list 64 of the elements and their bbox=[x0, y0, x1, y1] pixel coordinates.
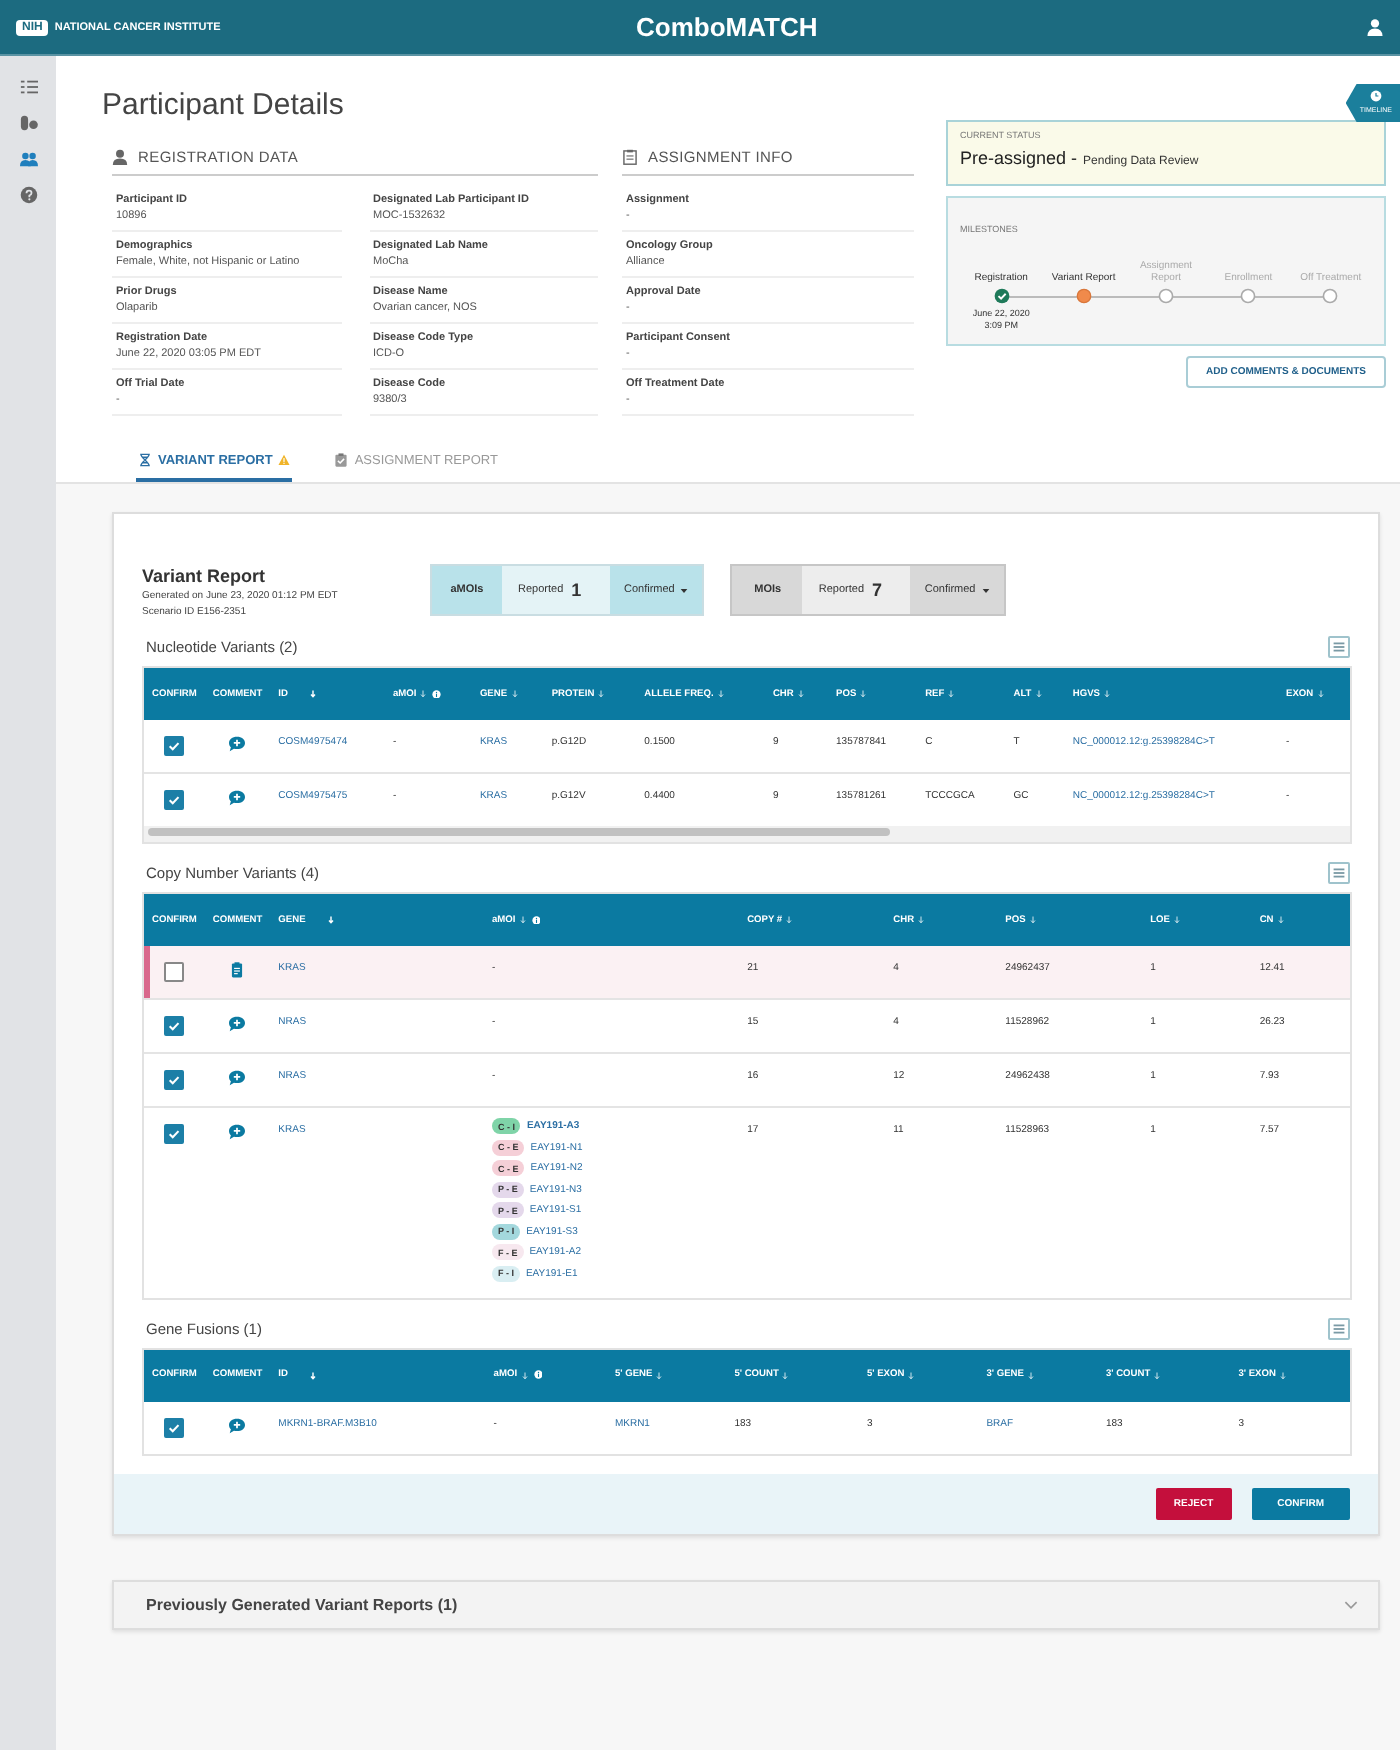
columns-menu-button[interactable] bbox=[1328, 862, 1350, 884]
confirm-checkbox[interactable] bbox=[164, 790, 185, 810]
sort-arrow-icon[interactable] bbox=[1317, 690, 1324, 698]
sort-arrow-icon[interactable] bbox=[521, 1371, 528, 1379]
add-comment-icon[interactable] bbox=[228, 790, 247, 806]
add-comment-icon[interactable] bbox=[228, 1417, 247, 1433]
sort-arrow-icon[interactable] bbox=[1154, 1371, 1161, 1379]
sort-arrow-icon[interactable] bbox=[782, 1371, 789, 1379]
sort-arrow-icon[interactable] bbox=[1029, 916, 1036, 924]
sort-arrow-icon[interactable] bbox=[1277, 916, 1284, 924]
sort-arrow-icon[interactable] bbox=[598, 690, 605, 698]
person-icon bbox=[112, 148, 128, 166]
caret-icon bbox=[680, 587, 689, 593]
sort-arrow-icon[interactable] bbox=[1173, 916, 1180, 924]
app-title: ComboMATCH bbox=[636, 12, 820, 42]
clipboard-note-icon[interactable] bbox=[228, 962, 247, 978]
sort-arrow-icon[interactable] bbox=[918, 916, 925, 924]
user-icon[interactable] bbox=[1366, 18, 1384, 36]
clipboard-check-icon bbox=[334, 452, 349, 468]
previous-reports-panel[interactable]: Previously Generated Variant Reports (1) bbox=[112, 1579, 1380, 1629]
info-icon[interactable] bbox=[533, 1370, 543, 1380]
sort-arrow-icon[interactable] bbox=[786, 916, 793, 924]
sort-arrow-icon[interactable] bbox=[420, 690, 427, 698]
confirm-checkbox[interactable] bbox=[164, 962, 185, 982]
columns-menu-button[interactable] bbox=[1328, 1317, 1350, 1339]
add-comment-icon[interactable] bbox=[228, 1124, 247, 1140]
caret-icon bbox=[981, 587, 990, 593]
sort-arrow-icon[interactable] bbox=[1035, 690, 1042, 698]
status-text: Pre-assigned - bbox=[960, 148, 1078, 168]
clipboard-icon bbox=[622, 148, 638, 166]
sort-arrow-icon[interactable] bbox=[1027, 1371, 1034, 1379]
add-comment-icon[interactable] bbox=[228, 1016, 247, 1032]
confirm-checkbox[interactable] bbox=[164, 1016, 185, 1036]
sort-arrow-icon[interactable] bbox=[519, 916, 526, 924]
sort-arrow-icon[interactable] bbox=[656, 1371, 663, 1379]
info-icon[interactable] bbox=[432, 689, 442, 699]
pills-icon[interactable] bbox=[19, 114, 37, 132]
menu-icon bbox=[1330, 864, 1348, 882]
add-comment-icon[interactable] bbox=[228, 736, 247, 752]
confirm-checkbox[interactable] bbox=[164, 736, 185, 756]
report-title: Variant Report bbox=[142, 566, 268, 586]
clock-icon bbox=[1369, 90, 1382, 102]
confirm-checkbox[interactable] bbox=[164, 1070, 185, 1090]
sort-arrow-icon[interactable] bbox=[797, 690, 804, 698]
sort-arrow-icon[interactable] bbox=[948, 690, 955, 698]
list-icon[interactable] bbox=[19, 78, 37, 96]
sort-arrow-icon[interactable] bbox=[717, 690, 724, 698]
page-title: Participant Details bbox=[102, 88, 344, 122]
columns-menu-button[interactable] bbox=[1328, 636, 1350, 658]
menu-icon bbox=[1330, 638, 1348, 656]
help-icon[interactable] bbox=[19, 186, 37, 204]
confirm-checkbox[interactable] bbox=[164, 1417, 185, 1437]
add-comment-icon[interactable] bbox=[228, 1070, 247, 1086]
sort-arrow-icon[interactable] bbox=[908, 1371, 915, 1379]
sort-arrow-icon[interactable] bbox=[511, 690, 518, 698]
sort-arrow-icon[interactable] bbox=[860, 690, 867, 698]
confirm-checkbox[interactable] bbox=[164, 1124, 185, 1144]
horizontal-scrollbar[interactable] bbox=[144, 826, 1350, 842]
sort-arrow-icon[interactable] bbox=[1279, 1371, 1286, 1379]
menu-icon bbox=[1330, 1319, 1348, 1337]
people-icon[interactable] bbox=[19, 150, 37, 168]
chevron-icon bbox=[1344, 1599, 1358, 1609]
info-icon[interactable] bbox=[531, 915, 541, 925]
sort-arrow-icon[interactable] bbox=[1104, 690, 1110, 698]
